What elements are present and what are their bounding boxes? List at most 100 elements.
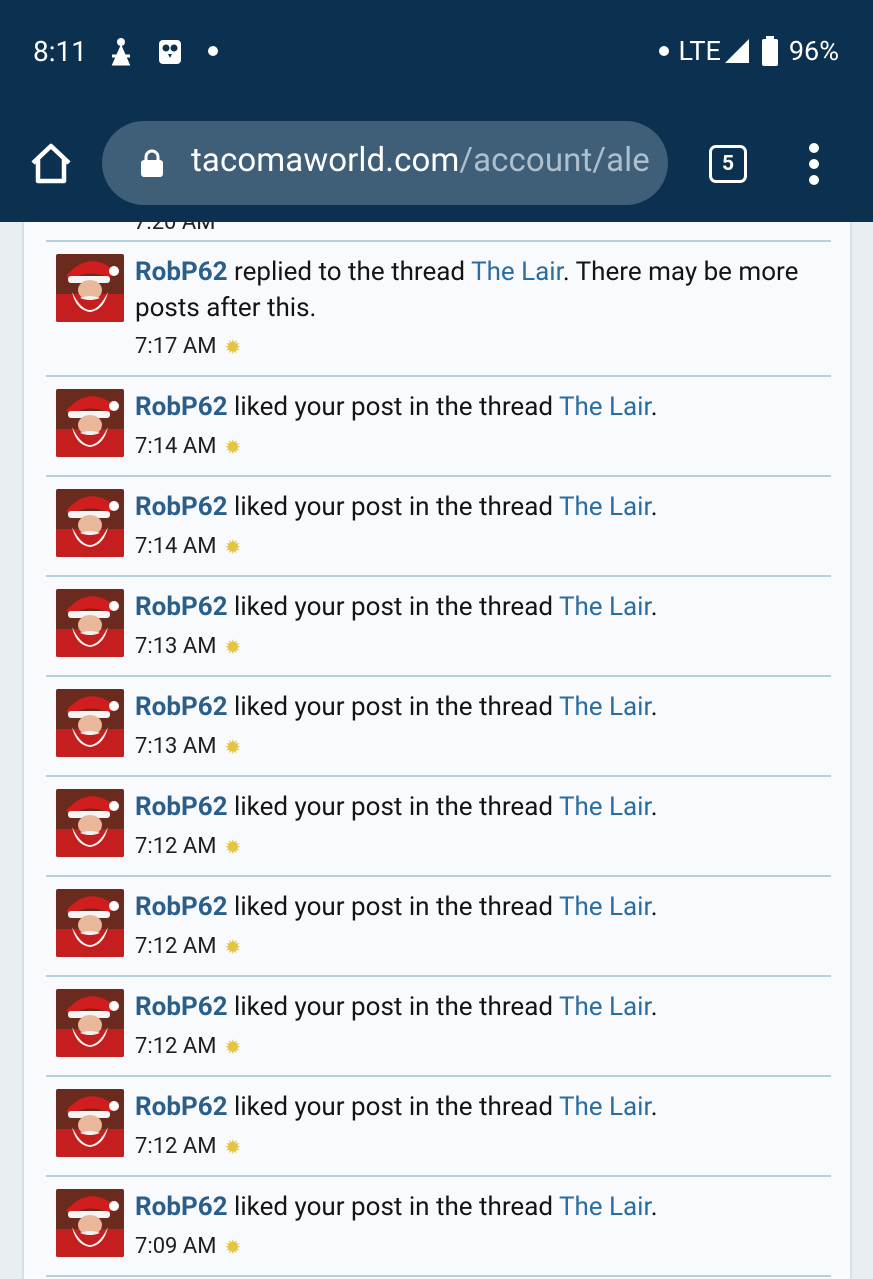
app-notification-icon — [111, 38, 131, 66]
user-avatar[interactable] — [56, 1189, 124, 1257]
unread-star-icon: ✹ — [224, 334, 242, 359]
alerts-list: 7:20 AM RobP62 replied to the thread The… — [22, 222, 852, 1279]
alert-suffix-text: . — [650, 392, 658, 422]
alert-time: 7:17 AM — [135, 334, 217, 359]
alert-thread-link[interactable]: The Lair — [559, 692, 651, 722]
lock-icon — [141, 149, 163, 177]
alert-item[interactable]: RobP62 liked your post in the thread The… — [46, 375, 831, 475]
alert-text: RobP62 liked your post in the thread The… — [135, 689, 815, 725]
alert-item[interactable]: RobP62 liked your post in the thread The… — [46, 1075, 831, 1175]
alert-action-text: liked your post in the thread — [234, 792, 553, 822]
alert-action-text: liked your post in the thread — [234, 1092, 553, 1122]
alert-item[interactable]: RobP62 liked your post in the thread The… — [46, 475, 831, 575]
unread-star-icon: ✹ — [224, 1234, 242, 1259]
alert-text: RobP62 liked your post in the thread The… — [135, 1089, 815, 1125]
alert-text: RobP62 liked your post in the thread The… — [135, 589, 815, 625]
user-avatar[interactable] — [56, 589, 124, 657]
notification-dot-icon — [208, 46, 218, 56]
alert-item[interactable]: RobP62 liked your post in the thread The… — [46, 975, 831, 1075]
network-type: LTE — [678, 35, 721, 67]
user-avatar[interactable] — [56, 1089, 124, 1157]
cell-signal-icon — [724, 39, 749, 63]
alert-username-link[interactable]: RobP62 — [135, 1092, 228, 1122]
alert-action-text: liked your post in the thread — [234, 992, 553, 1022]
alert-text: RobP62 replied to the thread The Lair. T… — [135, 254, 815, 326]
user-avatar[interactable] — [56, 989, 124, 1057]
unread-star-icon: ✹ — [224, 834, 242, 859]
unread-star-icon: ✹ — [224, 534, 242, 559]
alert-meta: 7:12 AM ✹ — [135, 1134, 241, 1159]
alert-time: 7:13 AM — [135, 634, 217, 659]
alert-meta: 7:12 AM ✹ — [135, 1034, 241, 1059]
browser-toolbar: tacomaworld.com/account/ale 5 — [0, 105, 873, 222]
user-avatar[interactable] — [56, 889, 124, 957]
alert-thread-link[interactable]: The Lair — [559, 1092, 651, 1122]
alert-thread-link[interactable]: The Lair — [559, 592, 651, 622]
user-avatar[interactable] — [56, 254, 124, 322]
alert-suffix-text: . — [650, 492, 658, 522]
alert-suffix-text: . — [650, 892, 658, 922]
unread-star-icon: ✹ — [224, 734, 242, 759]
alert-meta: 7:12 AM ✹ — [135, 834, 241, 859]
overflow-menu-icon[interactable] — [805, 143, 823, 187]
alert-thread-link[interactable]: The Lair — [559, 892, 651, 922]
battery-icon — [761, 36, 778, 66]
alert-thread-link[interactable]: The Lair — [559, 392, 651, 422]
address-bar[interactable]: tacomaworld.com/account/ale — [102, 121, 668, 205]
alert-username-link[interactable]: RobP62 — [135, 692, 228, 722]
alert-text: RobP62 liked your post in the thread The… — [135, 489, 815, 525]
tab-switcher-button[interactable]: 5 — [709, 145, 747, 183]
alert-thread-link[interactable]: The Lair — [559, 1192, 651, 1222]
user-avatar[interactable] — [56, 489, 124, 557]
alert-meta: 7:17 AM ✹ — [135, 334, 241, 359]
alert-suffix-text: . — [650, 992, 658, 1022]
alert-username-link[interactable]: RobP62 — [135, 592, 228, 622]
alert-thread-link[interactable]: The Lair — [559, 792, 651, 822]
alert-suffix-text: . — [650, 1192, 658, 1222]
alert-suffix-text: . — [650, 792, 658, 822]
alert-time: 7:12 AM — [135, 934, 217, 959]
alert-text: RobP62 liked your post in the thread The… — [135, 889, 815, 925]
url-path: /account/ale — [459, 141, 650, 180]
alert-action-text: liked your post in the thread — [234, 892, 553, 922]
alert-text: RobP62 liked your post in the thread The… — [135, 1189, 815, 1225]
alert-username-link[interactable]: RobP62 — [135, 992, 228, 1022]
alert-item[interactable]: RobP62 liked your post in the thread The… — [46, 1175, 831, 1275]
alert-thread-link[interactable]: The Lair — [559, 492, 651, 522]
alert-suffix-text: . — [650, 592, 658, 622]
alert-time: 7:14 AM — [135, 534, 217, 559]
alert-item[interactable]: RobP62 replied to the thread The Lair. T… — [46, 240, 831, 375]
status-bar: 8:11 LTE 96% — [0, 0, 873, 105]
user-avatar[interactable] — [56, 789, 124, 857]
alert-item[interactable]: RobP62 liked your post in the thread The… — [46, 775, 831, 875]
alert-meta: 7:13 AM ✹ — [135, 634, 241, 659]
alert-item[interactable]: RobP62 liked your post in the thread The… — [46, 675, 831, 775]
alert-meta: 7:14 AM ✹ — [135, 534, 241, 559]
alert-username-link[interactable]: RobP62 — [135, 492, 228, 522]
alert-username-link[interactable]: RobP62 — [135, 392, 228, 422]
alert-thread-link[interactable]: The Lair — [471, 257, 563, 287]
unread-star-icon: ✹ — [224, 1034, 242, 1059]
alert-username-link[interactable]: RobP62 — [135, 892, 228, 922]
alert-username-link[interactable]: RobP62 — [135, 792, 228, 822]
alert-thread-link[interactable]: The Lair — [559, 992, 651, 1022]
alert-item[interactable]: RobP62 liked your post in the thread The… — [46, 575, 831, 675]
user-avatar[interactable] — [56, 389, 124, 457]
alert-item[interactable]: RobP62 liked your post in the thread The… — [46, 875, 831, 975]
url-text[interactable]: tacomaworld.com/account/ale — [191, 141, 650, 180]
alert-action-text: liked your post in the thread — [234, 692, 553, 722]
alert-username-link[interactable]: RobP62 — [135, 257, 228, 287]
alert-username-link[interactable]: RobP62 — [135, 1192, 228, 1222]
home-icon[interactable] — [28, 141, 74, 187]
alert-meta: 7:09 AM ✹ — [135, 1234, 241, 1259]
unread-star-icon: ✹ — [224, 1134, 242, 1159]
alert-action-text: liked your post in the thread — [234, 392, 553, 422]
alert-divider — [46, 1275, 831, 1277]
previous-alert-time-cutoff: 7:20 AM — [134, 222, 216, 235]
alert-time: 7:13 AM — [135, 734, 217, 759]
user-avatar[interactable] — [56, 689, 124, 757]
unread-star-icon: ✹ — [224, 634, 242, 659]
alert-text: RobP62 liked your post in the thread The… — [135, 389, 815, 425]
alert-text: RobP62 liked your post in the thread The… — [135, 789, 815, 825]
alert-action-text: replied to the thread — [234, 257, 466, 287]
